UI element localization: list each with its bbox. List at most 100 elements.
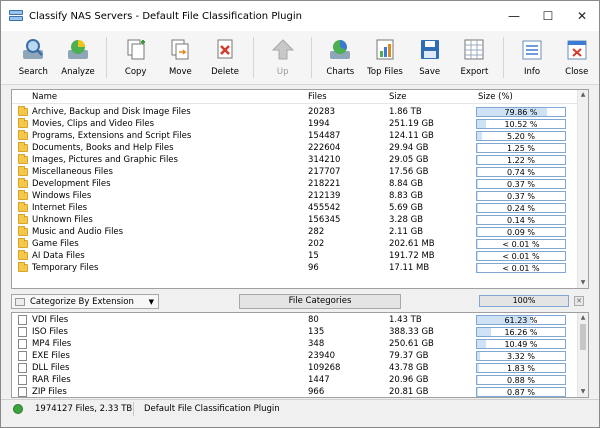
copy-button[interactable]: Copy [113,31,158,84]
delete-button[interactable]: Delete [203,31,248,84]
file-categories-button[interactable]: File Categories [239,294,401,309]
search-button[interactable]: Search [11,31,56,84]
table-row[interactable]: EXE Files 23940 79.37 GB 3.32 % [12,350,588,362]
folder-icon [18,226,28,236]
table-row[interactable]: MP4 Files 348 250.61 GB 10.49 % [12,338,588,350]
table-row[interactable]: Game Files 202 202.61 MB < 0.01 % [12,238,588,250]
extension-scrollbar[interactable]: ▲ ▼ [577,313,588,397]
scroll-up-arrow-icon[interactable]: ▲ [578,313,588,323]
cell-size: 5.69 GB [389,203,424,213]
table-row[interactable]: Programs, Extensions and Script Files 154… [12,130,588,142]
table-row[interactable]: ISO Files 135 388.33 GB 16.26 % [12,326,588,338]
size-percent-label: 0.88 % [507,376,535,385]
info-button[interactable]: Info [510,31,555,84]
table-row[interactable]: VDI Files 80 1.43 TB 61.23 % [12,314,588,326]
size-percent-label: 0.37 % [507,180,535,189]
toolbar-separator [311,37,312,78]
cell-size: 20.96 GB [389,375,429,385]
minimize-button[interactable]: — [497,1,531,31]
table-row[interactable]: Unknown Files 156345 3.28 GB 0.14 % [12,214,588,226]
table-row[interactable]: RAR Files 1447 20.96 GB 0.88 % [12,374,588,386]
size-percent-bar: < 0.01 % [476,263,566,273]
top-files-button[interactable]: Top Files [363,31,408,84]
table-row[interactable]: Movies, Clips and Video Files 1994 251.19 … [12,118,588,130]
cell-name: Documents, Books and Help Files [32,143,174,153]
table-row[interactable]: Images, Pictures and Graphic Files 314210… [12,154,588,166]
table-row[interactable]: Windows Files 212139 8.83 GB 0.37 % [12,190,588,202]
delete-icon [217,39,233,59]
close-window-button[interactable]: ✕ [565,1,599,31]
size-percent-bar: 0.87 % [476,387,566,397]
save-button[interactable]: Save [407,31,452,84]
cell-name: Movies, Clips and Video Files [32,119,155,129]
table-row[interactable]: Documents, Books and Help Files 222604 29.… [12,142,588,154]
chevron-down-icon: ▼ [148,298,154,306]
scroll-up-arrow-icon[interactable]: ▲ [578,90,588,100]
table-row[interactable]: Development Files 218221 8.84 GB 0.37 % [12,178,588,190]
size-percent-label: 0.24 % [507,204,535,213]
cell-files: 202 [308,239,325,249]
size-percent-bar: 5.20 % [476,131,566,141]
table-row[interactable]: ZIP Files 966 20.81 GB 0.87 % [12,386,588,398]
table-row[interactable]: Music and Audio Files 282 2.11 GB 0.09 % [12,226,588,238]
cell-name: Unknown Files [32,215,93,225]
cell-name: VDI Files [32,315,69,325]
analyze-button[interactable]: Analyze [56,31,101,84]
table-row[interactable]: Archive, Backup and Disk Image Files 2028… [12,106,588,118]
cell-size: 1.43 TB [389,315,422,325]
cell-size: 8.83 GB [389,191,424,201]
maximize-button[interactable]: ☐ [531,1,565,31]
categorize-dropdown[interactable]: Categorize By Extension ▼ [11,294,159,309]
column-header-name[interactable]: Name [32,92,57,102]
column-header-pct[interactable]: Size (%) [478,92,513,102]
table-row[interactable]: DLL Files 109268 43.78 GB 1.83 % [12,362,588,374]
total-percent-bar: 100% [479,295,569,307]
cell-files: 212139 [308,191,341,201]
size-percent-label: 0.74 % [507,168,535,177]
size-percent-label: 1.83 % [507,364,535,373]
cell-name: Music and Audio Files [32,227,124,237]
column-header-size[interactable]: Size [389,92,406,102]
size-percent-label: 61.23 % [504,316,538,325]
cell-size: 17.11 MB [389,263,430,273]
charts-button[interactable]: Charts [318,31,363,84]
cell-files: 80 [308,315,319,325]
file-icon [18,363,27,373]
up-button[interactable]: Up [260,31,305,84]
size-percent-label: 0.87 % [507,388,535,397]
cell-files: 154487 [308,131,341,141]
table-row[interactable]: AI Data Files 15 191.72 MB < 0.01 % [12,250,588,262]
size-percent-label: 3.32 % [507,352,535,361]
cell-files: 135 [308,327,325,337]
export-button[interactable]: Export [452,31,497,84]
category-scrollbar[interactable]: ▲ ▼ [577,90,588,288]
size-percent-label: 0.14 % [507,216,535,225]
folder-icon [18,130,28,140]
folder-icon [18,238,28,248]
size-percent-bar: 61.23 % [476,315,566,325]
cell-name: ISO Files [32,327,68,337]
close-panel-icon[interactable]: ✕ [574,296,584,306]
scroll-down-arrow-icon[interactable]: ▼ [578,387,588,397]
cell-files: 156345 [308,215,341,225]
scroll-down-arrow-icon[interactable]: ▼ [578,278,588,288]
move-button[interactable]: Move [158,31,203,84]
size-percent-label: 5.20 % [507,132,535,141]
size-percent-bar: 0.37 % [476,179,566,189]
cell-size: 20.81 GB [389,387,429,397]
table-row[interactable]: Temporary Files 96 17.11 MB < 0.01 % [12,262,588,274]
cell-name: Game Files [32,239,79,249]
main-window: Classify NAS Servers - Default File Clas… [0,0,600,428]
scroll-thumb[interactable] [580,324,586,350]
column-header-files[interactable]: Files [308,92,327,102]
folder-icon [18,106,28,116]
size-percent-bar: 0.24 % [476,203,566,213]
table-row[interactable]: Internet Files 455542 5.69 GB 0.24 % [12,202,588,214]
cell-name: Development Files [32,179,111,189]
table-row[interactable]: Miscellaneous Files 217707 17.56 GB 0.74 % [12,166,588,178]
cell-size: 191.72 MB [389,251,435,261]
close-button[interactable]: Close [554,31,599,84]
cell-files: 1447 [308,375,330,385]
top-files-icon [376,39,394,60]
folder-icon [18,142,28,152]
